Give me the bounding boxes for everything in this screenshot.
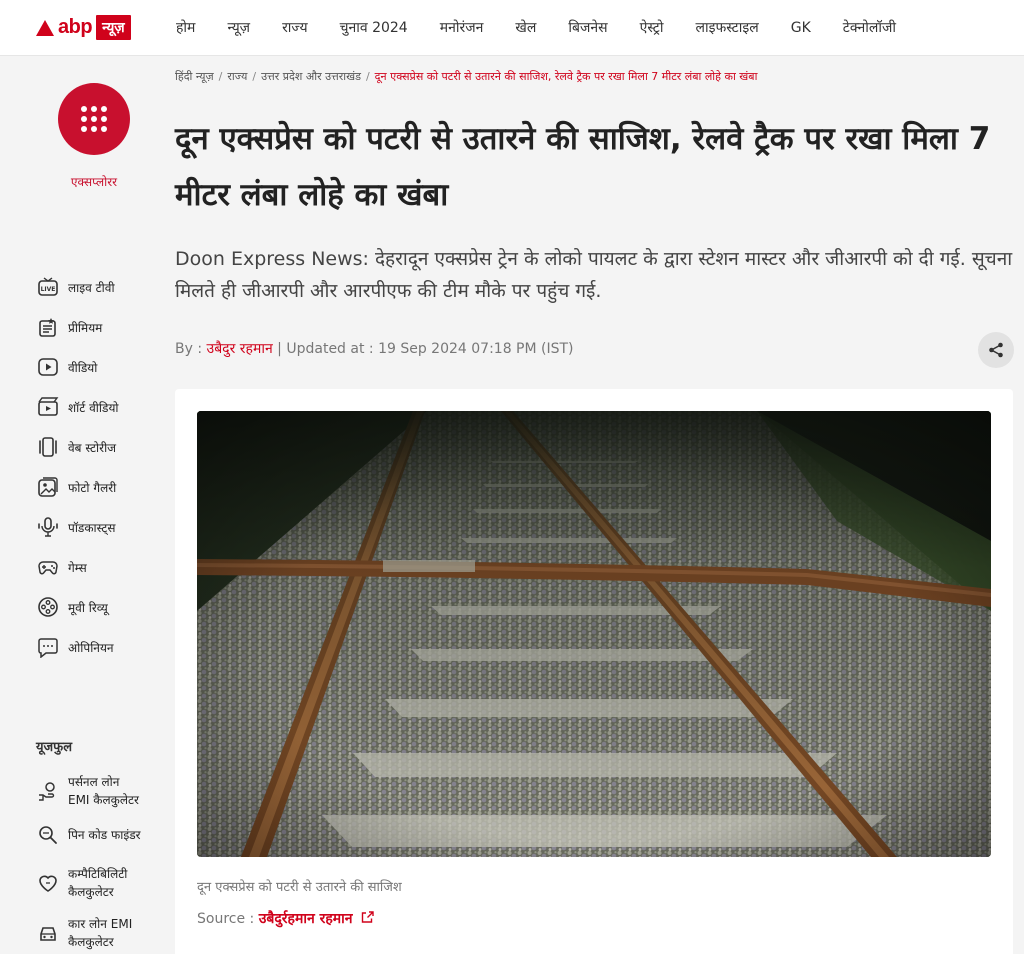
useful-item-pincode-finder[interactable]: पिन कोड फाइंडर <box>36 823 141 847</box>
breadcrumb-separator: / <box>365 70 370 83</box>
article-byline: By : उबैदुर रहमान | Updated at : 19 Sep … <box>175 339 574 358</box>
main-nav: होम न्यूज़ राज्य चुनाव 2024 मनोरंजन खेल … <box>176 0 912 56</box>
sidebar-item-premium[interactable]: प्रीमियम <box>36 307 119 347</box>
railway-track-photo <box>197 411 991 857</box>
breadcrumb-current: दून एक्सप्रेस को पटरी से उतारने की साजिश… <box>374 70 758 83</box>
sidebar-item-label: शॉर्ट वीडियो <box>68 400 119 415</box>
heart-icon <box>36 871 60 895</box>
sidebar-item-label: फोटो गैलरी <box>68 480 117 495</box>
car-icon <box>36 921 60 945</box>
photo-caption: दून एक्सप्रेस को पटरी से उतारने की साजिश <box>197 880 402 895</box>
sidebar-item-label: प्रीमियम <box>68 320 103 335</box>
photo-source: Source : उबैदुर्रहमान रहमान <box>197 909 375 928</box>
article-headline: दून एक्सप्रेस को पटरी से उतारने की साजिश… <box>175 121 991 213</box>
external-link-icon[interactable] <box>361 910 375 924</box>
breadcrumb: हिंदी न्यूज़ / राज्य / उत्तर प्रदेश और उत्तर… <box>175 69 757 84</box>
useful-item-line2: कैलकुलेटर <box>68 935 114 949</box>
sidebar-item-label: वेब स्टोरीज <box>68 440 117 455</box>
pincode-icon <box>36 823 60 847</box>
useful-item-line2: EMI कैलकुलेटर <box>68 793 139 807</box>
top-navigation: abp न्यूज़ होम न्यूज़ राज्य चुनाव 2024 म… <box>0 0 1024 56</box>
sidebar-item-label: मूवी रिव्यू <box>68 600 108 615</box>
nav-item-sports[interactable]: खेल <box>499 18 552 37</box>
breadcrumb-item-states[interactable]: राज्य <box>227 70 247 83</box>
sidebar-item-label: ओपिनियन <box>68 640 114 655</box>
loan-icon <box>36 779 60 803</box>
useful-item-line2: कैलकुलेटर <box>68 885 114 899</box>
breadcrumb-separator: / <box>252 70 257 83</box>
useful-item-label: पर्सनल लोन EMI कैलकुलेटर <box>68 773 139 809</box>
explorer-button[interactable] <box>58 83 130 155</box>
sidebar-item-movie-review[interactable]: मूवी रिव्यू <box>36 587 119 627</box>
nav-item-lifestyle[interactable]: लाइफस्टाइल <box>679 18 774 37</box>
useful-item-label: कार लोन EMI कैलकुलेटर <box>68 915 132 951</box>
nav-item-elections[interactable]: चुनाव 2024 <box>324 18 424 37</box>
web-stories-icon <box>36 435 60 459</box>
share-icon <box>989 342 1003 358</box>
photo-gallery-icon <box>36 475 60 499</box>
useful-item-car-loan[interactable]: कार लोन EMI कैलकुलेटर <box>36 915 141 951</box>
sidebar-item-short-video[interactable]: शॉर्ट वीडियो <box>36 387 119 427</box>
logo-badge: न्यूज़ <box>96 15 131 40</box>
sidebar-item-label: पॉडकास्ट्स <box>68 520 116 535</box>
nav-item-business[interactable]: बिजनेस <box>552 18 623 37</box>
nav-item-states[interactable]: राज्य <box>266 18 323 37</box>
useful-tools-list: पर्सनल लोन EMI कैलकुलेटर पिन कोड फाइंडर क… <box>36 773 141 954</box>
sidebar-item-games[interactable]: गेम्स <box>36 547 119 587</box>
sidebar-item-web-stories[interactable]: वेब स्टोरीज <box>36 427 119 467</box>
sidebar-item-photo-gallery[interactable]: फोटो गैलरी <box>36 467 119 507</box>
nav-item-astro[interactable]: ऐस्ट्रो <box>624 18 680 37</box>
breadcrumb-item-hindi-news[interactable]: हिंदी न्यूज़ <box>175 70 214 83</box>
source-prefix: Source : <box>197 911 259 927</box>
breadcrumb-separator: / <box>218 70 223 83</box>
sidebar-item-live-tv[interactable]: LIVE लाइव टीवी <box>36 267 119 307</box>
byline-prefix: By : <box>175 341 207 357</box>
author-link[interactable]: उबैदुर रहमान <box>207 341 273 357</box>
useful-item-personal-loan[interactable]: पर्सनल लोन EMI कैलकुलेटर <box>36 773 141 809</box>
nav-item-entertainment[interactable]: मनोरंजन <box>424 18 500 37</box>
updated-timestamp: | Updated at : 19 Sep 2024 07:18 PM (IST… <box>272 341 574 357</box>
source-link[interactable]: उबैदुर्रहमान रहमान <box>259 911 353 927</box>
sidebar-item-label: लाइव टीवी <box>68 280 115 295</box>
useful-item-label: पिन कोड फाइंडर <box>68 828 141 842</box>
sidebar-menu: LIVE लाइव टीवी प्रीमियम वीडियो शॉर्ट वीड… <box>36 267 119 667</box>
nav-item-gk[interactable]: GK <box>775 20 827 36</box>
short-video-icon <box>36 395 60 419</box>
live-tv-icon: LIVE <box>36 275 60 299</box>
nav-item-home[interactable]: होम <box>176 18 211 37</box>
nav-item-technology[interactable]: टेक्नोलॉजी <box>827 18 912 37</box>
logo-triangle-icon <box>36 19 54 36</box>
share-button[interactable] <box>978 332 1014 368</box>
article-photo[interactable] <box>197 411 991 857</box>
video-icon <box>36 355 60 379</box>
nav-item-news[interactable]: न्यूज़ <box>211 18 266 37</box>
breadcrumb-item-up-uttarakhand[interactable]: उत्तर प्रदेश और उत्तराखंड <box>261 70 361 83</box>
useful-item-line1: कम्पैटिबिलिटी <box>68 867 128 881</box>
logo-text: abp <box>58 16 93 38</box>
useful-item-compatibility[interactable]: कम्पैटिबिलिटी कैलकुलेटर <box>36 865 141 901</box>
sidebar-item-label: वीडियो <box>68 360 98 375</box>
movie-review-icon <box>36 595 60 619</box>
sidebar-item-podcasts[interactable]: पॉडकास्ट्स <box>36 507 119 547</box>
abp-news-logo[interactable]: abp न्यूज़ <box>36 13 146 43</box>
grid-icon <box>81 106 107 132</box>
useful-item-label: कम्पैटिबिलिटी कैलकुलेटर <box>68 865 127 901</box>
article-summary: Doon Express News: देहरादून एक्सप्रेस ट्… <box>175 248 1013 302</box>
sidebar-item-video[interactable]: वीडियो <box>36 347 119 387</box>
useful-section-title: यूजफुल <box>36 740 73 755</box>
sidebar-item-label: गेम्स <box>68 560 87 575</box>
explorer-label: एक्सप्लोरर <box>70 175 118 189</box>
left-sidebar: एक्सप्लोरर LIVE लाइव टीवी प्रीमियम वीडिय… <box>0 57 160 954</box>
opinion-icon <box>36 635 60 659</box>
sidebar-item-opinion[interactable]: ओपिनियन <box>36 627 119 667</box>
svg-text:LIVE: LIVE <box>41 286 56 293</box>
games-icon <box>36 555 60 579</box>
useful-item-line1: कार लोन EMI <box>68 917 133 931</box>
useful-item-line1: पर्सनल लोन <box>68 775 120 789</box>
premium-icon <box>36 315 60 339</box>
featured-media-card: दून एक्सप्रेस को पटरी से उतारने की साजिश… <box>175 389 1013 954</box>
podcast-icon <box>36 515 60 539</box>
